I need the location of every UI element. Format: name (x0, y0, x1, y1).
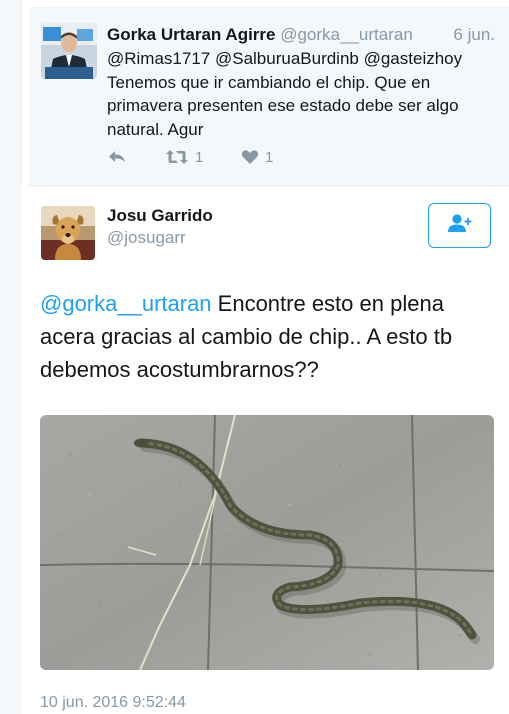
timeline-gutter (0, 0, 22, 714)
main-author-handle[interactable]: @josugarr (107, 227, 186, 249)
retweet-button[interactable]: 1 (165, 146, 203, 168)
reply-tweet[interactable]: Gorka Urtaran Agirre @gorka__urtaran 6 j… (29, 7, 509, 186)
retweet-count: 1 (195, 148, 204, 166)
reply-text-line: natural. Agur (107, 119, 204, 139)
main-author-name[interactable]: Josu Garrido (107, 205, 213, 227)
reply-author-handle[interactable]: @gorka__urtaran (280, 25, 413, 44)
main-tweet: Josu Garrido @josugarr @gorka__urtaran E… (21, 186, 509, 714)
reply-author-avatar[interactable] (41, 23, 97, 79)
reply-text-line: primavera presenten ese estado debe ser … (107, 96, 459, 115)
main-author-avatar[interactable] (41, 206, 95, 260)
like-count: 1 (265, 148, 274, 166)
reply-button[interactable] (107, 146, 127, 168)
follow-button[interactable] (428, 203, 491, 248)
heart-icon (241, 149, 259, 165)
main-tweet-text: @gorka__urtaran Encontre esto en plena a… (40, 287, 480, 386)
tweet-photo[interactable] (40, 415, 494, 670)
add-user-icon (447, 213, 473, 238)
reply-text-line: @Rimas1717 @SalburuaBurdinb @gasteizhoy (107, 49, 463, 68)
reply-text: @Rimas1717 @SalburuaBurdinb @gasteizhoy … (107, 47, 497, 141)
reply-header: Gorka Urtaran Agirre @gorka__urtaran 6 j… (107, 24, 495, 46)
mention-link[interactable]: @gorka__urtaran (40, 291, 212, 316)
retweet-icon (165, 149, 189, 165)
like-button[interactable]: 1 (241, 146, 273, 168)
reply-icon (107, 149, 127, 165)
reply-date[interactable]: 6 jun. (453, 24, 495, 46)
tweet-timestamp[interactable]: 10 jun. 2016 9:52:44 (40, 694, 186, 712)
reply-author-name[interactable]: Gorka Urtaran Agirre (107, 25, 275, 44)
reply-text-line: Tenemos que ir cambiando el chip. Que en (107, 72, 431, 92)
